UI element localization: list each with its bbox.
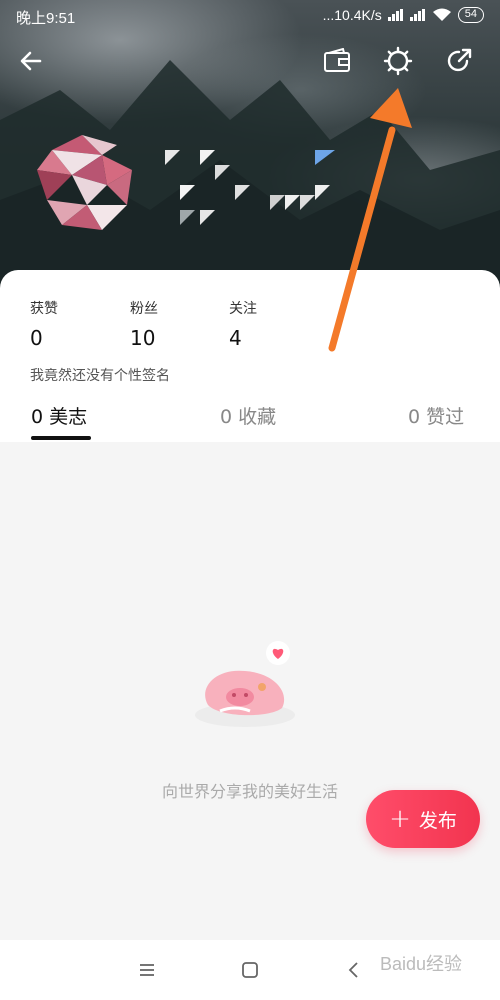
back-arrow-icon [20, 51, 42, 71]
publish-label: 发布 [418, 809, 457, 832]
home-nav-button[interactable] [238, 958, 262, 982]
stat-value: 0 [30, 326, 43, 350]
active-tab-indicator [31, 436, 91, 440]
menu-nav-button[interactable] [135, 958, 159, 982]
signal-icon [387, 9, 404, 21]
stat-label: 粉丝 [130, 301, 158, 317]
home-square-icon [242, 962, 258, 978]
settings-button[interactable] [381, 44, 415, 78]
status-bar: 晚上9:51 ...10.4K/s 54 [0, 0, 500, 34]
plus-icon: + [389, 804, 411, 834]
profile-card: 获赞 0 粉丝 10 关注 4 我竟然还没有个性签名 0 美志 0 收藏 0 赞… [0, 270, 500, 442]
watermark: Baidu经验 [380, 954, 463, 974]
stat-following[interactable]: 关注 4 [229, 298, 257, 350]
avatar[interactable] [32, 130, 136, 234]
stat-label: 关注 [229, 301, 257, 317]
network-speed: ...10.4K/s [322, 7, 382, 23]
signal-icon-2 [409, 9, 426, 21]
tab-liked[interactable]: 0 赞过 [408, 402, 464, 429]
empty-state-illustration [195, 641, 295, 727]
back-nav-button[interactable] [342, 958, 366, 982]
wifi-icon [432, 8, 451, 21]
settings-gear-icon [383, 46, 413, 76]
share-button[interactable] [442, 44, 476, 78]
menu-icon [140, 964, 154, 976]
wallet-button[interactable] [320, 44, 354, 78]
stat-label: 获赞 [30, 301, 58, 317]
username [165, 150, 335, 225]
stat-value: 10 [130, 326, 156, 350]
tab-posts[interactable]: 0 美志 [31, 402, 87, 429]
stat-likes[interactable]: 获赞 0 [30, 298, 58, 350]
tab-favorites[interactable]: 0 收藏 [220, 402, 276, 429]
share-icon [447, 48, 472, 72]
status-time: 晚上9:51 [16, 10, 76, 27]
back-button[interactable] [14, 44, 48, 78]
stat-value: 4 [229, 326, 242, 350]
stat-followers[interactable]: 粉丝 10 [130, 298, 158, 350]
bio-text[interactable]: 我竟然还没有个性签名 [30, 365, 170, 385]
publish-button[interactable]: + 发布 [366, 790, 480, 848]
wallet-icon [324, 48, 350, 72]
battery-indicator: 54 [457, 7, 484, 23]
back-chevron-icon [348, 962, 358, 978]
